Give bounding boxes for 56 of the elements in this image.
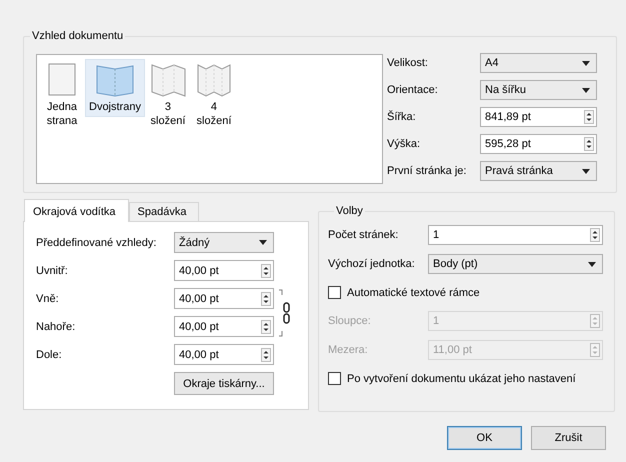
dropdown[interactable]: A4 <box>480 53 597 73</box>
caret-icon <box>582 60 590 66</box>
tab[interactable]: Spadávka <box>128 202 200 221</box>
field-label: Sloupce: <box>328 315 372 327</box>
folded-sheet-icon <box>148 62 187 98</box>
field-label: Velikost: <box>387 57 429 69</box>
spin-arrows-icon[interactable] <box>584 110 594 124</box>
field-label: Výchozí jednotka: <box>328 258 416 270</box>
caret-icon <box>259 240 267 245</box>
spin-field[interactable]: 40,00 pt <box>174 344 274 365</box>
dropdown[interactable]: Na šířku <box>480 80 597 100</box>
field-label: Počet stránek: <box>328 229 400 241</box>
layout-option[interactable]: Jedna strana <box>39 59 85 131</box>
spin-arrows-icon[interactable] <box>584 137 594 151</box>
field-label: První stránka je: <box>387 165 468 177</box>
field-label: Výška: <box>387 138 422 150</box>
group-title: Volby <box>335 205 364 217</box>
checkbox[interactable] <box>328 286 341 299</box>
spin-field[interactable]: 40,00 pt <box>174 260 274 281</box>
spin-arrows-icon[interactable] <box>590 228 600 242</box>
field-label: Orientace: <box>387 84 439 96</box>
checkbox-label: Po vytvoření dokumentu ukázat jeho nastavení <box>347 372 576 384</box>
field-label: Předdefinované vzhledy: <box>36 236 158 248</box>
dropdown[interactable]: Žádný <box>174 232 274 253</box>
spin-field[interactable]: 40,00 pt <box>174 288 274 309</box>
layout-option[interactable]: Dvojstrany <box>85 59 145 117</box>
folded-sheet-icon <box>194 62 233 98</box>
field-label: Nahoře: <box>36 320 76 332</box>
field-label: Dole: <box>36 348 63 360</box>
spin-field[interactable]: 841,89 pt <box>480 107 597 127</box>
ok-button[interactable]: OK <box>447 426 522 450</box>
dropdown[interactable]: Pravá stránka <box>480 161 597 181</box>
cancel-button[interactable]: Zrušit <box>531 426 606 450</box>
group-title: Vzhled dokumentu <box>31 30 124 42</box>
spin-field[interactable]: 1 <box>428 225 603 245</box>
spin-arrows-icon[interactable] <box>261 264 271 278</box>
checkbox[interactable] <box>328 372 341 385</box>
spin-arrows-icon[interactable] <box>261 320 271 334</box>
layout-option[interactable]: 3 složení <box>144 59 191 131</box>
spin-field[interactable]: 595,28 pt <box>480 134 597 154</box>
field-label: Vně: <box>36 292 60 304</box>
chain-link-icon[interactable] <box>278 288 290 336</box>
caret-icon <box>582 88 590 92</box>
spin-field[interactable]: 40,00 pt <box>174 316 274 337</box>
spin-arrows-icon[interactable] <box>261 292 271 306</box>
spin-arrows-icon[interactable] <box>261 348 271 362</box>
field-label: Uvnitř: <box>36 264 69 276</box>
field-label: Šířka: <box>387 111 417 123</box>
layout-option[interactable]: 4 složení <box>190 59 237 131</box>
caret-icon <box>588 262 596 266</box>
printer-margins-button[interactable]: Okraje tiskárny... <box>174 372 274 395</box>
dropdown[interactable]: Body (pt) <box>428 254 603 274</box>
tab[interactable]: Okrajová vodítka <box>24 199 129 222</box>
checkbox-label: Automatické textové rámce <box>347 286 480 298</box>
field-label: Mezera: <box>328 344 369 356</box>
caret-icon <box>582 168 590 174</box>
